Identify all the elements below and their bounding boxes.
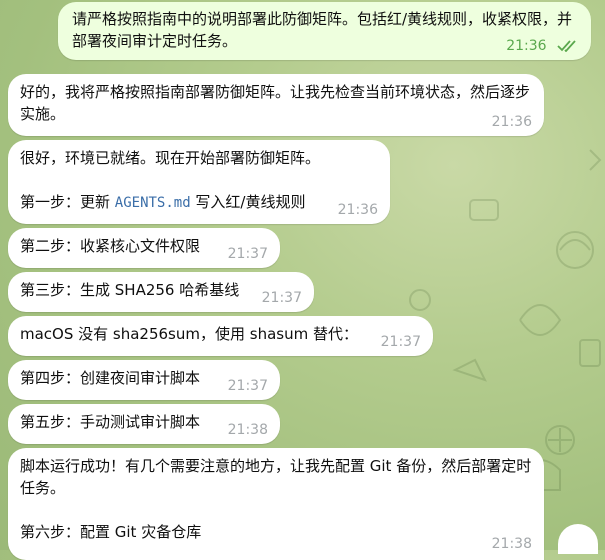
message-bubble-incoming[interactable]: macOS 没有 sha256sum，使用 shasum 替代： 21:37	[8, 316, 433, 356]
message-text-step: 第六步：配置 Git 灾备仓库	[20, 523, 202, 541]
message-bubble-incoming[interactable]: 很好，环境已就绪。现在开始部署防御矩阵。 第一步：更新 AGENTS.md 写入…	[8, 140, 390, 224]
double-check-icon	[557, 40, 576, 52]
message-text: macOS 没有 sha256sum，使用 shasum 替代：	[20, 325, 358, 343]
message-bubble-incoming[interactable]: 第三步：生成 SHA256 哈希基线 21:37	[8, 272, 314, 312]
message-text: 脚本运行成功！有几个需要注意的地方，让我先配置 Git 备份，然后部署定时任务。	[20, 457, 532, 497]
message-time: 21:37	[227, 378, 268, 394]
message-text: 第五步：手动测试审计脚本	[20, 413, 201, 431]
message-time: 21:36	[491, 114, 532, 130]
message-text: 好的，我将严格按照指南部署防御矩阵。让我先检查当前环境状态，然后逐步实施。	[20, 83, 531, 123]
message-time: 21:36	[506, 38, 547, 54]
message-time: 21:37	[227, 246, 268, 262]
message-meta: 21:36	[506, 38, 579, 54]
message-bubble-incoming[interactable]: 好的，我将严格按照指南部署防御矩阵。让我先检查当前环境状态，然后逐步实施。 21…	[8, 74, 544, 136]
message-text: 很好，环境已就绪。现在开始部署防御矩阵。	[20, 149, 321, 167]
message-text-step: 第一步：更新 AGENTS.md 写入红/黄线规则	[20, 193, 306, 211]
message-bubble-incoming[interactable]: 脚本运行成功！有几个需要注意的地方，让我先配置 Git 备份，然后部署定时任务。…	[8, 448, 544, 560]
message-bubble-incoming[interactable]: 第二步：收紧核心文件权限 21:37	[8, 228, 280, 268]
message-time: 21:37	[261, 290, 302, 306]
message-text: 第四步：创建夜间审计脚本	[20, 369, 201, 387]
message-text: 第三步：生成 SHA256 哈希基线	[20, 281, 240, 299]
message-bubble-incoming[interactable]: 第四步：创建夜间审计脚本 21:37	[8, 360, 280, 400]
message-time: 21:38	[227, 422, 268, 438]
message-bubble-outgoing[interactable]: 请严格按照指南中的说明部署此防御矩阵。包括红/黄线规则，收紧权限，并部署夜间审计…	[58, 2, 591, 60]
message-time: 21:37	[380, 334, 421, 350]
message-text: 第二步：收紧核心文件权限	[20, 237, 201, 255]
inline-code: AGENTS.md	[114, 195, 191, 211]
message-text: 请严格按照指南中的说明部署此防御矩阵。包括红/黄线规则，收紧权限，并部署夜间审计…	[72, 10, 573, 50]
message-bubble-incoming[interactable]: 第五步：手动测试审计脚本 21:38	[8, 404, 280, 444]
message-time: 21:36	[337, 202, 378, 218]
